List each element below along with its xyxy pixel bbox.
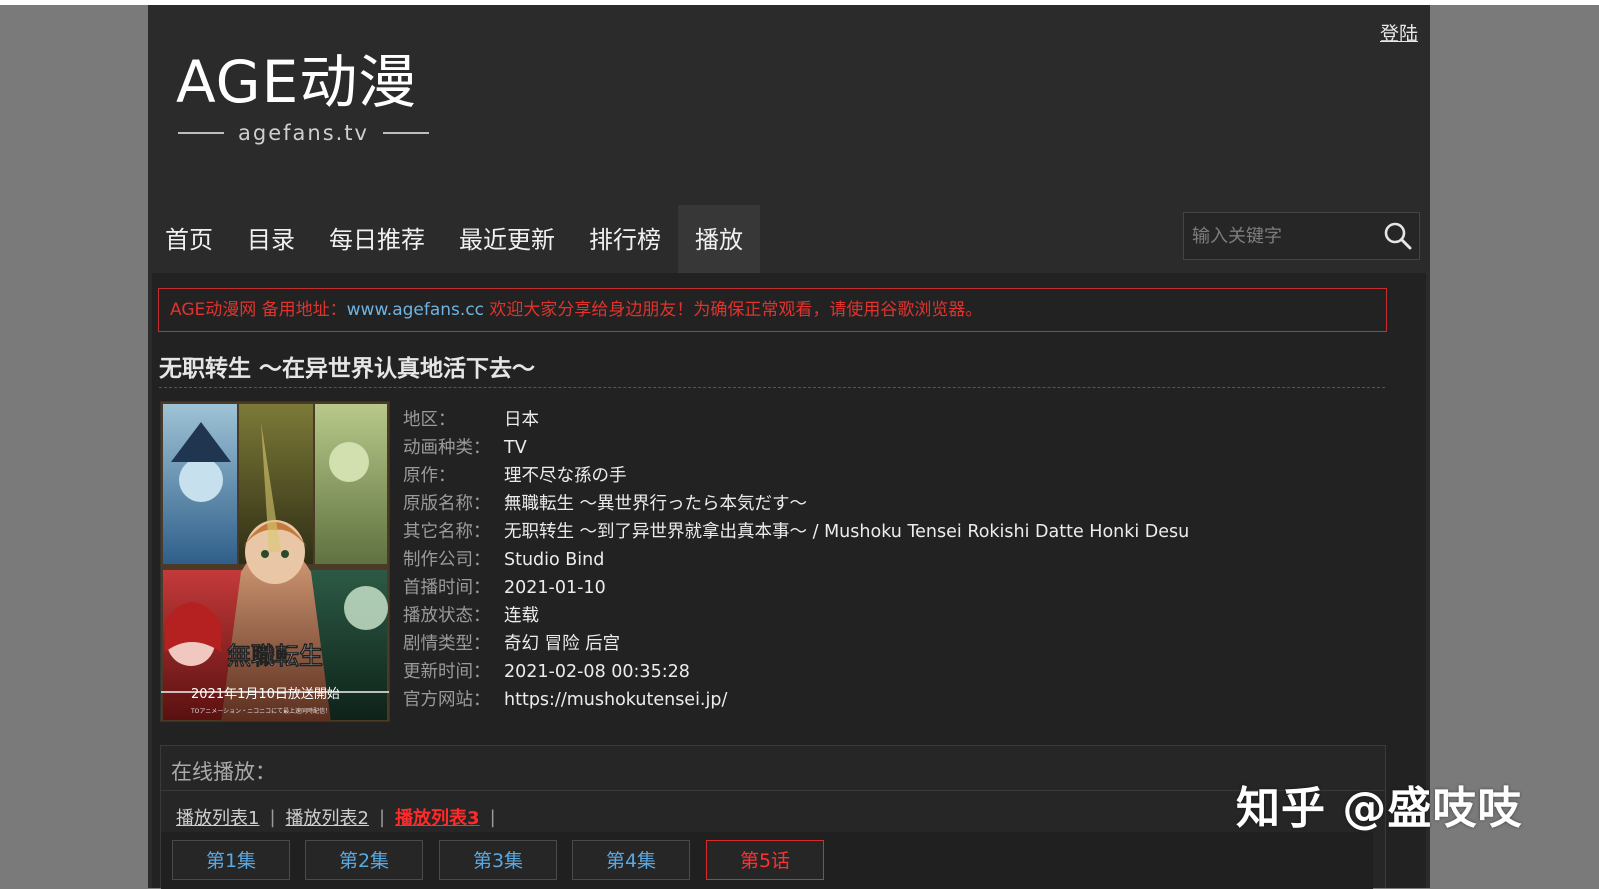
nav-ranking[interactable]: 排行榜 [572, 205, 678, 273]
info-value: 日本 [504, 410, 539, 430]
anime-info: 地区： 日本 动画种类： TV 原作： 理不尽な孫の手 原版名称： 無職転生 ～異世界行… [403, 406, 1189, 714]
info-value: 2021-02-08 00:35:28 [504, 662, 690, 682]
notice-suffix: 欢迎大家分享给身边朋友！为确保正常观看，请使用谷歌浏览器。 [484, 300, 983, 320]
info-label: 更新时间： [403, 662, 491, 682]
nav-home[interactable]: 首页 [148, 205, 230, 273]
online-play-divider [161, 790, 1385, 791]
info-label: 动画种类： [403, 438, 491, 458]
info-label: 制作公司： [403, 550, 491, 570]
anime-poster[interactable]: 無職転生 2021年1月10日放送開始 TOアニメーション・ニコニコにて最上速同… [160, 401, 390, 722]
online-play-title: 在线播放： [171, 760, 276, 784]
info-label: 地区： [403, 410, 456, 430]
nav-catalog[interactable]: 目录 [230, 205, 312, 273]
playlist-tabs: 播放列表1 | 播放列表2 | 播放列表3 | [176, 804, 506, 830]
notice-prefix: AGE动漫网 备用地址： [170, 300, 347, 320]
notice-banner: AGE动漫网 备用地址：www.agefans.cc 欢迎大家分享给身边朋友！为… [158, 288, 1387, 332]
info-label: 播放状态： [403, 606, 491, 626]
info-row-status: 播放状态： 连载 [403, 602, 1189, 630]
info-row-updated: 更新时间： 2021-02-08 00:35:28 [403, 658, 1189, 686]
info-row-region: 地区： 日本 [403, 406, 1189, 434]
nav-daily-recommend[interactable]: 每日推荐 [312, 205, 442, 273]
logo-rule-left [178, 132, 224, 134]
episode-button-active[interactable]: 第5话 [706, 840, 824, 880]
poster-caption-text: TOアニメーション・ニコニコにて最上速同時配信！ [190, 707, 331, 715]
search-button[interactable] [1381, 219, 1415, 253]
zhihu-watermark: 知乎 @盛吱吱 [1236, 783, 1523, 834]
online-play-section: 在线播放： 播放列表1 | 播放列表2 | 播放列表3 | 第1集 第2集 第3… [160, 745, 1386, 889]
main-content: AGE动漫网 备用地址：www.agefans.cc 欢迎大家分享给身边朋友！为… [152, 273, 1426, 889]
info-row-studio: 制作公司： Studio Bind [403, 546, 1189, 574]
info-row-original-title: 原版名称： 無職転生 ～異世界行ったら本気だす～ [403, 490, 1189, 518]
info-row-website: 官方网站： https://mushokutensei.jp/ [403, 686, 1189, 714]
info-value: 连载 [504, 606, 539, 626]
info-row-other-names: 其它名称： 无职转生 ～到了异世界就拿出真本事～ / Mushoku Tensei… [403, 518, 1189, 546]
info-value: 奇幻 冒险 后宫 [504, 634, 621, 654]
info-label: 官方网站： [403, 690, 491, 710]
login-link[interactable]: 登陆 [1380, 19, 1418, 46]
playlist-tab-3[interactable]: 播放列表3 [395, 804, 480, 830]
title-divider [159, 387, 1385, 388]
info-value: 無職転生 ～異世界行ったら本気だす～ [504, 494, 808, 514]
info-row-original-author: 原作： 理不尽な孫の手 [403, 462, 1189, 490]
notice-backup-link[interactable]: www.agefans.cc [347, 300, 484, 320]
info-label: 首播时间： [403, 578, 491, 598]
logo-title: AGE动漫 [176, 48, 418, 116]
info-value: 2021-01-10 [504, 578, 606, 598]
logo-subtitle: agefans.tv [178, 121, 436, 145]
logo-domain: agefans.tv [238, 121, 369, 145]
poster-image: 無職転生 2021年1月10日放送開始 TOアニメーション・ニコニコにて最上速同… [161, 402, 389, 721]
info-row-type: 动画种类： TV [403, 434, 1189, 462]
anime-title: 无职转生 ～在异世界认真地活下去～ [159, 356, 536, 382]
nav-play[interactable]: 播放 [678, 205, 760, 273]
info-value: 无职转生 ～到了异世界就拿出真本事～ / Mushoku Tensei Roki… [504, 522, 1190, 542]
info-label: 原作： [403, 466, 456, 486]
info-label: 其它名称： [403, 522, 491, 542]
playlist-separator: | [269, 806, 276, 828]
info-label: 剧情类型： [403, 634, 491, 654]
episode-button[interactable]: 第3集 [439, 840, 557, 880]
info-label: 原版名称： [403, 494, 491, 514]
page-container: 登陆 AGE动漫 agefans.tv 首页 目录 每日推荐 最近更新 排行榜 … [148, 5, 1430, 889]
episode-button[interactable]: 第4集 [572, 840, 690, 880]
poster-date-text: 2021年1月10日放送開始 [191, 687, 340, 702]
playlist-separator: | [378, 806, 386, 828]
search-icon [1384, 222, 1412, 250]
episode-button[interactable]: 第2集 [305, 840, 423, 880]
search-box [1183, 212, 1420, 260]
official-website-link[interactable]: https://mushokutensei.jp/ [504, 686, 727, 714]
site-logo[interactable]: AGE动漫 agefans.tv [176, 47, 436, 157]
playlist-tab-1[interactable]: 播放列表1 [176, 804, 259, 830]
logo-rule-right [382, 132, 429, 134]
poster-title-text: 無職転生 [227, 641, 323, 670]
info-row-genres: 剧情类型： 奇幻 冒险 后宫 [403, 630, 1189, 658]
search-input[interactable] [1184, 213, 1380, 259]
info-value: 理不尽な孫の手 [504, 466, 627, 486]
nav-recent-updates[interactable]: 最近更新 [442, 205, 572, 273]
info-row-premiere: 首播时间： 2021-01-10 [403, 574, 1189, 602]
playlist-tab-2[interactable]: 播放列表2 [286, 804, 369, 830]
info-value: TV [504, 438, 527, 458]
playlist-separator: | [489, 806, 496, 828]
info-value: Studio Bind [504, 550, 605, 570]
episode-button[interactable]: 第1集 [172, 840, 290, 880]
